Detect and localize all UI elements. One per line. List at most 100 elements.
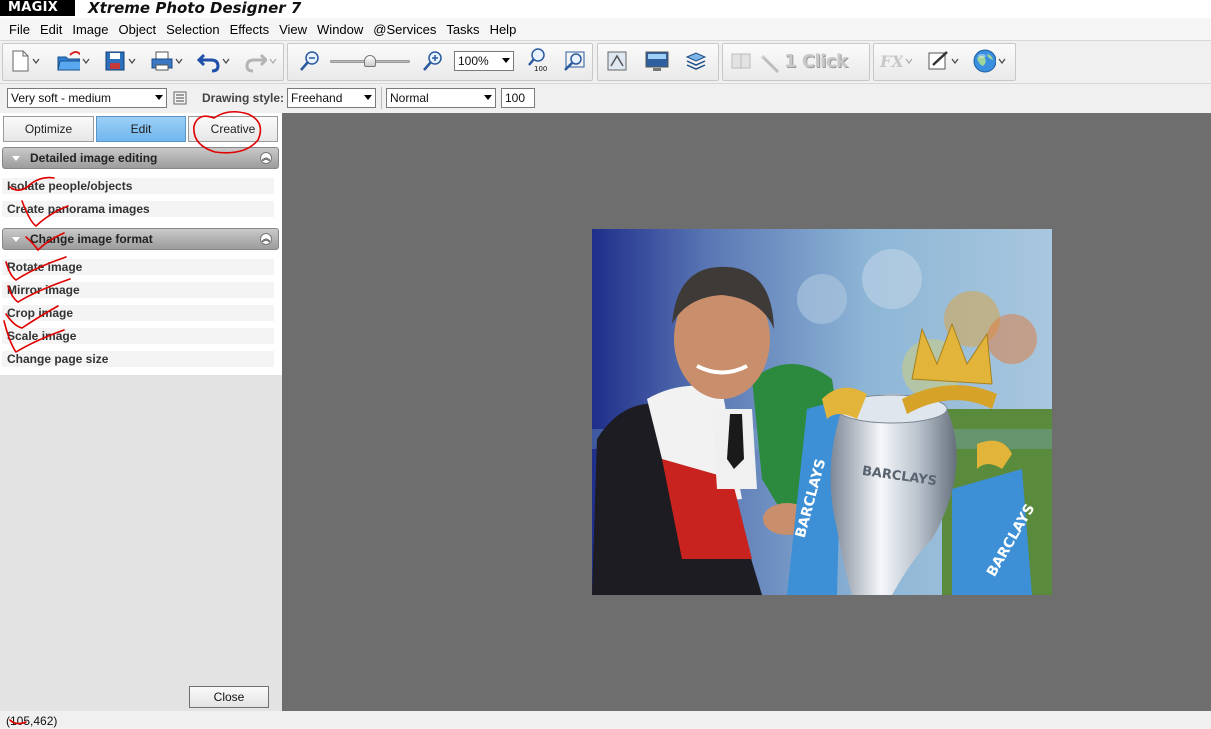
chevron-down-icon (155, 95, 163, 100)
task-rotate-image[interactable]: Rotate image (2, 259, 274, 275)
new-file-button[interactable] (10, 49, 44, 73)
task-panel: Optimize Edit Creative Detailed image ed… (0, 113, 282, 711)
online-services-button[interactable] (972, 49, 1006, 73)
brush-preset-select[interactable]: Very soft - medium (7, 88, 167, 108)
tab-optimize[interactable]: Optimize (3, 116, 94, 142)
chevron-down-icon[interactable] (950, 56, 960, 66)
app-title: Xtreme Photo Designer 7 (88, 0, 302, 17)
section-title: Change image format (30, 232, 153, 246)
compare-button[interactable] (729, 49, 755, 73)
zoom-fit-button[interactable] (562, 49, 588, 73)
task-create-panorama[interactable]: Create panorama images (2, 201, 274, 217)
redo-icon (245, 53, 268, 73)
tab-edit[interactable]: Edit (96, 116, 186, 142)
zoom-out-icon (300, 51, 319, 71)
zoom-fit-icon (564, 51, 585, 71)
menu-window[interactable]: Window (312, 22, 368, 37)
section-header-detailed-editing[interactable]: Detailed image editing ︽ (2, 147, 279, 169)
list-settings-icon[interactable] (173, 91, 187, 105)
menu-effects[interactable]: Effects (225, 22, 275, 37)
photo[interactable]: BARCLAYS BARCLAYS BARCLAYS (592, 229, 1052, 595)
task-panel-body: Optimize Edit Creative Detailed image ed… (0, 113, 282, 375)
edit-tools-button[interactable] (926, 49, 960, 73)
zoom-slider-thumb[interactable] (364, 55, 376, 67)
main-toolbar: 100% 100 1 Click FX (0, 40, 1211, 84)
open-folder-icon (57, 51, 81, 71)
options-divider (381, 87, 382, 109)
collapse-icon[interactable]: ︽ (260, 152, 272, 164)
fx-icon: FX (879, 52, 903, 71)
effects-button[interactable]: FX (879, 49, 913, 73)
chevron-down-icon[interactable] (174, 56, 184, 66)
zoom-level-value: 100% (458, 54, 489, 68)
zoom-100-badge: 100 (534, 65, 548, 73)
chevron-down-icon[interactable] (904, 56, 913, 66)
chevron-down-icon[interactable] (997, 56, 1006, 66)
zoom-in-icon (423, 51, 442, 71)
zoom-100-button[interactable]: 100 (524, 48, 550, 73)
blend-mode-value: Normal (390, 91, 429, 105)
task-mirror-image[interactable]: Mirror image (2, 282, 274, 298)
brand-logo: MAGIX (0, 0, 75, 16)
chevron-down-icon (484, 95, 492, 100)
task-isolate-objects[interactable]: Isolate people/objects (2, 178, 274, 194)
fullscreen-button[interactable] (644, 49, 670, 73)
zoom-level-select[interactable]: 100% (454, 51, 514, 71)
navigator-button[interactable] (605, 49, 631, 73)
menu-file[interactable]: File (4, 22, 35, 37)
open-file-button[interactable] (56, 49, 90, 73)
new-document-icon (12, 50, 29, 72)
print-button[interactable] (150, 49, 184, 73)
photo-image: BARCLAYS BARCLAYS BARCLAYS (592, 229, 1052, 595)
image-canvas[interactable]: BARCLAYS BARCLAYS BARCLAYS (282, 113, 1211, 711)
magic-wand-icon (761, 54, 780, 74)
section-header-change-format[interactable]: Change image format ︽ (2, 228, 279, 250)
chevron-down-icon (502, 58, 510, 63)
chevron-down-icon[interactable] (268, 56, 278, 66)
edit-pen-icon (928, 51, 948, 70)
menu-edit[interactable]: Edit (35, 22, 67, 37)
one-click-label: 1 Click (784, 51, 848, 72)
task-crop-image[interactable]: Crop image (2, 305, 274, 321)
task-change-page-size[interactable]: Change page size (2, 351, 274, 367)
menu-image[interactable]: Image (67, 22, 113, 37)
close-button[interactable]: Close (189, 686, 269, 708)
layers-icon (685, 52, 707, 70)
layers-button[interactable] (684, 49, 710, 73)
opacity-input[interactable]: 100 (501, 88, 535, 108)
globe-icon (973, 49, 996, 73)
menu-selection[interactable]: Selection (161, 22, 224, 37)
drawing-style-value: Freehand (291, 91, 343, 105)
zoom-out-button[interactable] (298, 49, 324, 73)
tab-creative[interactable]: Creative (188, 116, 278, 142)
svg-text:FX: FX (879, 52, 903, 71)
menu-object[interactable]: Object (114, 22, 162, 37)
navigator-icon (607, 51, 627, 71)
printer-icon (151, 51, 173, 71)
chevron-down-icon (364, 95, 372, 100)
title-bar: MAGIX Xtreme Photo Designer 7 (0, 0, 1211, 18)
status-bar: (105,462) (0, 711, 1211, 729)
save-button[interactable] (104, 49, 138, 73)
redo-button[interactable] (244, 49, 278, 73)
chevron-down-icon[interactable] (31, 56, 41, 66)
section-title: Detailed image editing (30, 151, 158, 165)
menu-bar: File Edit Image Object Selection Effects… (0, 18, 1211, 40)
collapse-icon[interactable]: ︽ (260, 233, 272, 245)
chevron-down-icon[interactable] (221, 56, 231, 66)
chevron-down-icon[interactable] (81, 56, 90, 66)
blend-mode-select[interactable]: Normal (386, 88, 496, 108)
menu-help[interactable]: Help (485, 22, 522, 37)
save-disk-icon (105, 51, 125, 71)
task-scale-image[interactable]: Scale image (2, 328, 274, 344)
menu-services[interactable]: @Services (368, 22, 441, 37)
triangle-down-icon (12, 156, 20, 161)
undo-icon (197, 53, 220, 73)
undo-button[interactable] (197, 49, 231, 73)
menu-view[interactable]: View (274, 22, 312, 37)
menu-tasks[interactable]: Tasks (441, 22, 484, 37)
zoom-in-button[interactable] (421, 49, 447, 73)
chevron-down-icon[interactable] (127, 56, 137, 66)
drawing-style-select[interactable]: Freehand (287, 88, 376, 108)
triangle-down-icon (12, 237, 20, 242)
